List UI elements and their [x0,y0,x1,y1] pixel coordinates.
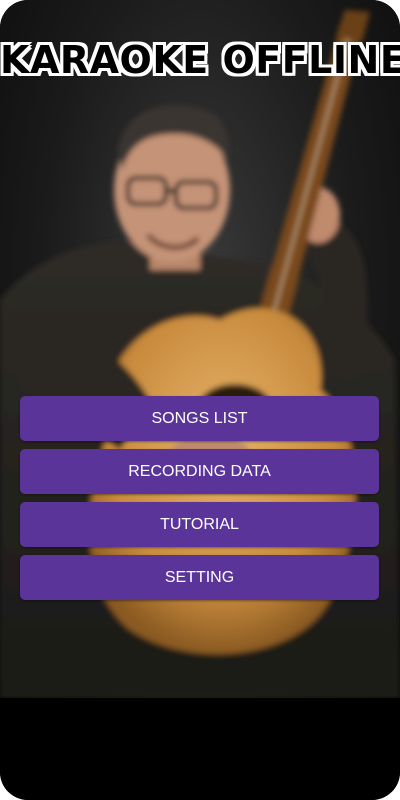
tutorial-button[interactable]: TUTORIAL [20,502,379,547]
bottom-black-area [0,698,400,800]
songs-list-button[interactable]: SONGS LIST [20,396,379,441]
recording-data-button[interactable]: RECORDING DATA [20,449,379,494]
setting-button[interactable]: SETTING [20,555,379,600]
app-title: KARAOKE OFFLINE [0,38,400,82]
app-screen: KARAOKE OFFLINE SONGS LIST RECORDING DAT… [0,0,400,800]
main-menu: SONGS LIST RECORDING DATA TUTORIAL SETTI… [20,396,379,608]
